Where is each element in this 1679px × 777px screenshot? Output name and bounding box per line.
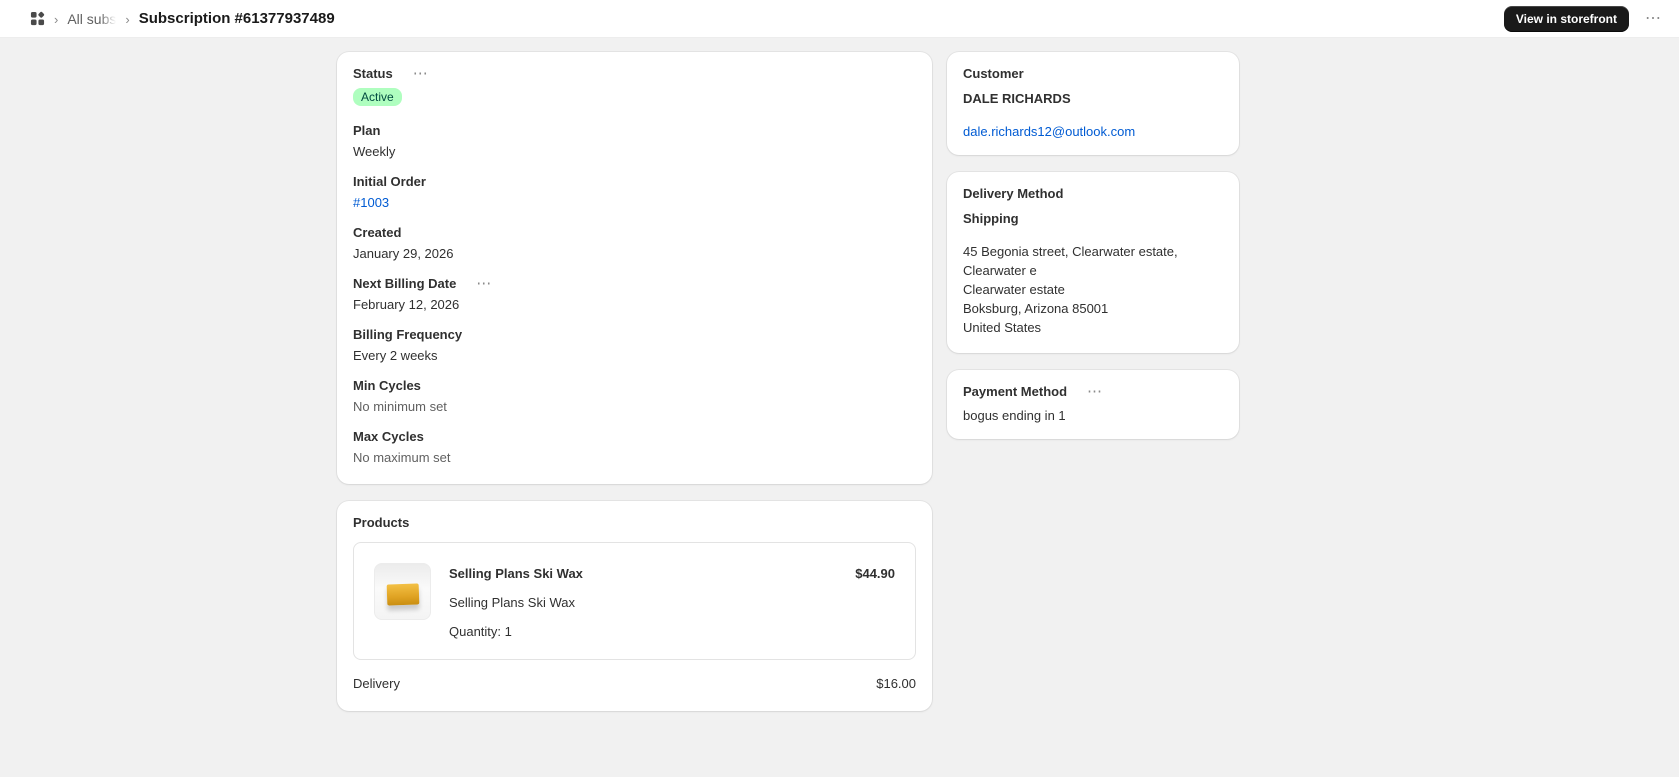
view-in-storefront-button[interactable]: View in storefront [1503, 5, 1629, 32]
header-more-button[interactable]: ⋯ [1643, 10, 1663, 27]
address-line: United States [963, 320, 1042, 335]
page-title: Subscription #61377937489 [138, 10, 335, 27]
products-title: Products [353, 515, 410, 530]
products-card: Products Selling Plans Ski Wax $44.90 Se… [337, 501, 932, 711]
next-billing-field: Next Billing Date ⋯ February 12, 2026 [353, 276, 916, 313]
address-line: Clearwater estate [963, 282, 1065, 297]
plan-field: Plan Weekly [353, 123, 916, 160]
min-cycles-field: Min Cycles No minimum set [353, 378, 916, 415]
product-image [374, 563, 431, 620]
main-content: Status ⋯ Active Plan Weekly Initial Orde… [337, 52, 1239, 728]
product-variant: Selling Plans Ski Wax [449, 595, 575, 610]
min-cycles-value: No minimum set [353, 399, 447, 414]
created-field: Created January 29, 2026 [353, 225, 916, 262]
product-info: Selling Plans Ski Wax $44.90 Selling Pla… [449, 563, 895, 639]
delivery-method-title: Delivery Method [963, 186, 1064, 201]
initial-order-label: Initial Order [353, 174, 426, 189]
shipping-address: 45 Begonia street, Clearwater estate, Cl… [963, 242, 1223, 337]
initial-order-field: Initial Order #1003 [353, 174, 916, 211]
customer-card: Customer DALE RICHARDS dale.richards12@o… [947, 52, 1239, 155]
min-cycles-label: Min Cycles [353, 378, 421, 393]
payment-method-value: bogus ending in 1 [963, 408, 1066, 423]
max-cycles-field: Max Cycles No maximum set [353, 429, 916, 466]
right-column: Customer DALE RICHARDS dale.richards12@o… [947, 52, 1239, 456]
plan-label: Plan [353, 123, 381, 138]
delivery-label: Delivery [353, 676, 400, 691]
plan-value: Weekly [353, 144, 396, 159]
address-line: 45 Begonia street, Clearwater estate, Cl… [963, 244, 1178, 278]
payment-method-card: Payment Method ⋯ bogus ending in 1 [947, 370, 1239, 439]
initial-order-link[interactable]: #1003 [353, 195, 389, 210]
status-label: Status [353, 66, 393, 81]
delivery-method-name: Shipping [963, 211, 1019, 226]
delivery-line: Delivery $16.00 [353, 676, 916, 695]
next-billing-more-button[interactable]: ⋯ [474, 276, 493, 291]
customer-name: DALE RICHARDS [963, 91, 1071, 106]
breadcrumb-all-subscriptions[interactable]: All subs [67, 10, 117, 27]
customer-email-link[interactable]: dale.richards12@outlook.com [963, 124, 1135, 139]
status-badge: Active [353, 88, 402, 106]
apps-grid-icon[interactable] [30, 11, 45, 26]
billing-frequency-value: Every 2 weeks [353, 348, 438, 363]
product-row: Selling Plans Ski Wax $44.90 Selling Pla… [353, 542, 916, 660]
chevron-right-icon: › [125, 11, 130, 27]
max-cycles-value: No maximum set [353, 450, 451, 465]
next-billing-value: February 12, 2026 [353, 297, 460, 312]
billing-frequency-field: Billing Frequency Every 2 weeks [353, 327, 916, 364]
delivery-method-card: Delivery Method Shipping 45 Begonia stre… [947, 172, 1239, 353]
payment-method-title: Payment Method [963, 384, 1068, 399]
product-price: $44.90 [855, 566, 895, 581]
address-line: Boksburg, Arizona 85001 [963, 301, 1109, 316]
product-name: Selling Plans Ski Wax [449, 566, 583, 581]
max-cycles-label: Max Cycles [353, 429, 424, 444]
status-card: Status ⋯ Active Plan Weekly Initial Orde… [337, 52, 932, 484]
customer-title: Customer [963, 66, 1024, 81]
next-billing-label: Next Billing Date [353, 276, 457, 291]
ski-wax-photo [386, 583, 420, 606]
billing-frequency-label: Billing Frequency [353, 327, 463, 342]
payment-more-button[interactable]: ⋯ [1085, 384, 1104, 399]
delivery-price: $16.00 [876, 676, 916, 691]
product-quantity: Quantity: 1 [449, 624, 512, 639]
created-label: Created [353, 225, 402, 240]
top-bar: › All subs › Subscription #61377937489 V… [0, 0, 1679, 38]
left-column: Status ⋯ Active Plan Weekly Initial Orde… [337, 52, 932, 728]
created-value: January 29, 2026 [353, 246, 454, 261]
status-more-button[interactable]: ⋯ [411, 66, 430, 81]
chevron-right-icon: › [54, 11, 59, 27]
